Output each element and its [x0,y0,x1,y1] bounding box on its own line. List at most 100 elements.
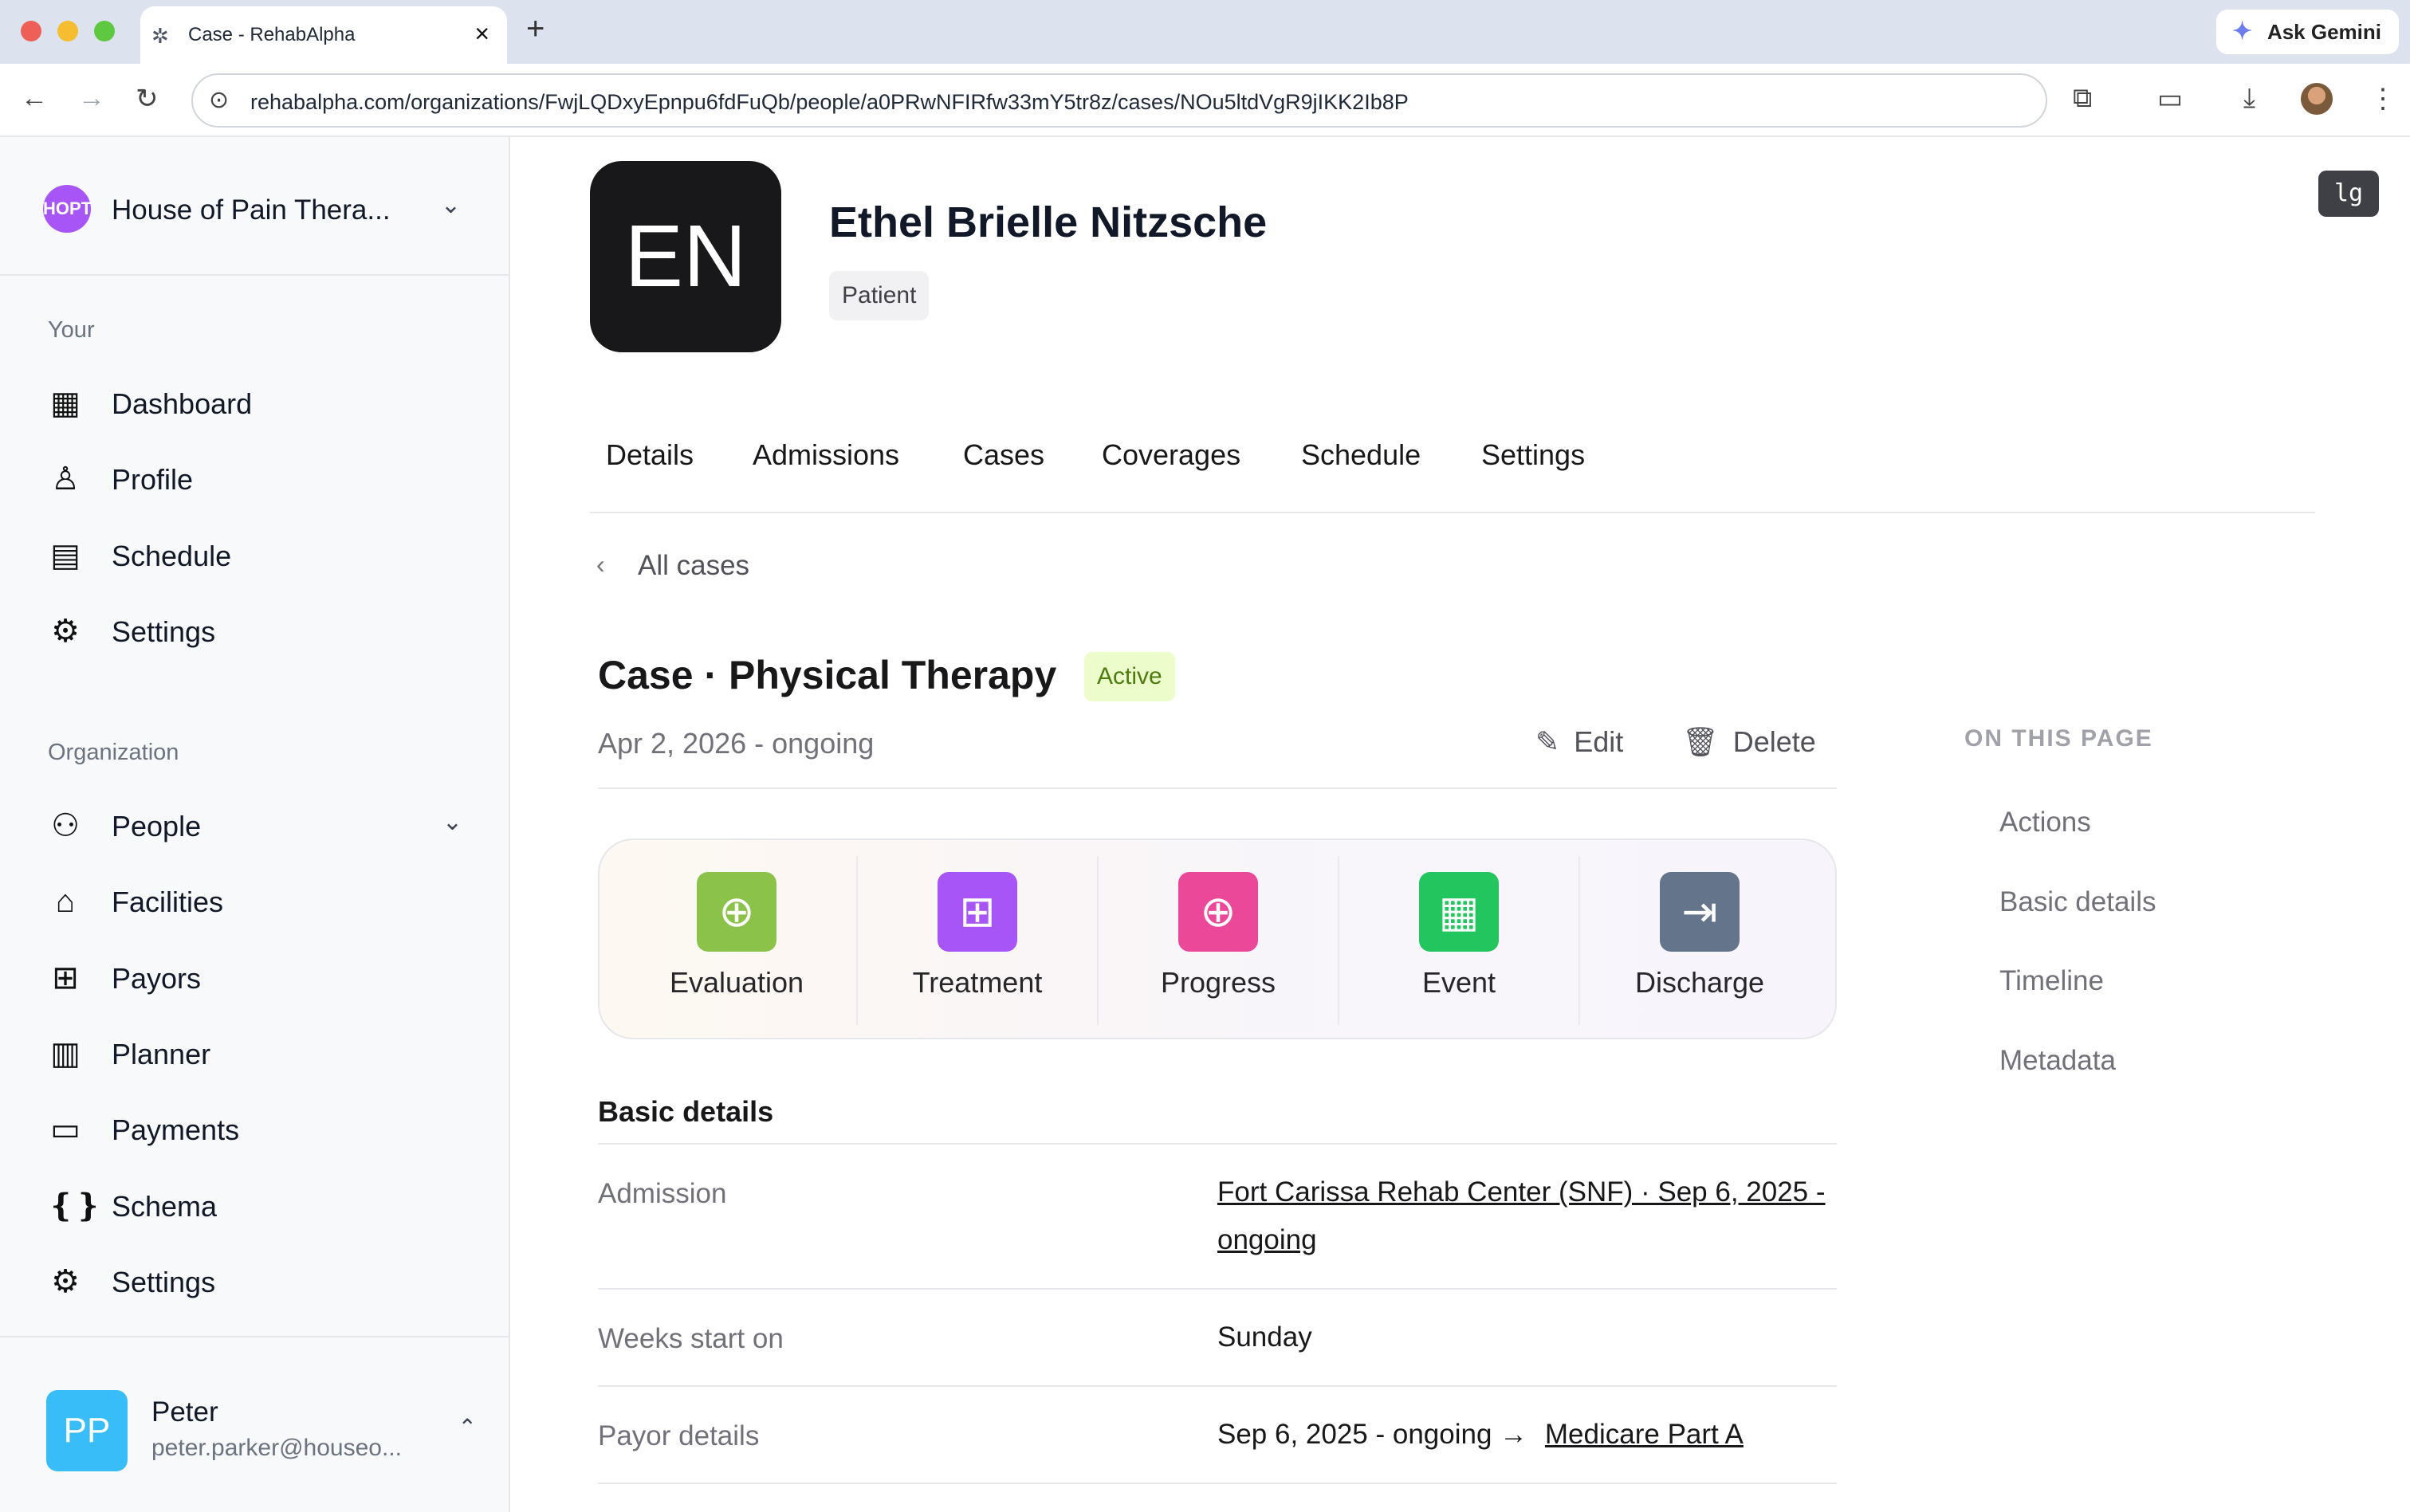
chevron-down-icon: ⌄ [440,192,461,218]
section-label-organization: Organization [48,740,179,765]
section-label-your: Your [48,317,95,343]
toc-item-metadata[interactable]: Metadata [1999,1045,2116,1077]
minimize-window-button[interactable] [57,21,78,41]
sidebar-item-label: Planner [112,1038,211,1070]
building-icon: ⌂ [55,884,76,919]
url-text: rehabalpha.com/organizations/FwjLQDxyEpn… [250,90,1409,114]
edit-label: Edit [1574,725,1624,758]
sidebar-item-label: Schedule [112,540,232,572]
browser-menu-icon[interactable]: ⋮ [2369,83,2396,115]
user-name: Peter [151,1396,218,1428]
gemini-sparkle-icon: ✦ [2231,18,2253,45]
chevron-left-icon: ‹ [596,550,605,579]
toc-item-actions[interactable]: Actions [1999,807,2091,838]
site-info-icon[interactable]: ⊙ [209,86,229,114]
tab-cases[interactable]: Cases [963,438,1044,472]
sidebar-item-dashboard[interactable]: ▦ Dashboard [45,375,475,430]
event-action[interactable]: ▦ Event [1322,840,1563,1041]
action-label: Discharge [1634,966,1765,999]
basic-details-heading: Basic details [598,1095,774,1128]
org-logo: HOPT [43,185,92,233]
exit-icon: ⇥ [1660,872,1740,952]
org-switcher[interactable]: HOPT House of Pain Thera... ⌄ [43,183,474,234]
tab-schedule[interactable]: Schedule [1301,438,1421,472]
close-window-button[interactable] [21,21,41,41]
sidebar-item-schedule[interactable]: ▤ Schedule [45,527,475,583]
weeks-start-label: Weeks start on [598,1323,784,1354]
browser-tab[interactable]: ✲ Case - RehabAlpha × [140,6,507,64]
sidebar-item-schema[interactable]: ❴❵ Schema [45,1177,475,1233]
tab-coverages[interactable]: Coverages [1102,438,1240,472]
delete-label: Delete [1732,725,1816,758]
progress-action[interactable]: ⊕ Progress [1081,840,1322,1041]
reload-icon[interactable]: ↻ [136,83,159,115]
sidebar-item-settings[interactable]: ⚙ Settings [45,603,475,658]
sidebar-item-payments[interactable]: ▭ Payments [45,1101,475,1157]
maximize-window-button[interactable] [94,21,115,41]
all-cases-label: All cases [638,550,750,581]
people-icon: ⚇ [51,808,80,843]
sidebar-item-facilities[interactable]: ⌂ Facilities [45,873,475,929]
toc-item-timeline[interactable]: Timeline [1999,965,2104,997]
sidebar-item-org-settings[interactable]: ⚙ Settings [45,1253,475,1309]
browser-chrome: ✲ Case - RehabAlpha × + ✦ Ask Gemini ← →… [0,0,2410,137]
back-arrow-icon[interactable]: ← [21,83,48,114]
clipboard-plus-icon: ⊞ [938,872,1017,952]
tab-bar: ✲ Case - RehabAlpha × + ✦ Ask Gemini [0,0,2410,64]
ask-gemini-button[interactable]: ✦ Ask Gemini [2215,10,2399,54]
action-label: Event [1421,966,1496,999]
address-bar[interactable]: ⊙ rehabalpha.com/organizations/FwjLQDxyE… [191,73,2047,128]
admission-link[interactable]: Fort Carissa Rehab Center (SNF) · Sep 6,… [1217,1176,1826,1255]
payor-link[interactable]: Medicare Part A [1545,1419,1744,1450]
sidebar-item-profile[interactable]: ♙ Profile [45,450,475,506]
sidebar-item-payors[interactable]: ⊞ Payors [45,949,475,1005]
user-menu[interactable]: PP Peter peter.parker@houseo... ⌃ [46,1385,477,1473]
org-name: House of Pain Thera... [112,194,391,226]
on-this-page-heading: ON THIS PAGE [1964,725,2153,752]
forward-arrow-icon[interactable]: → [78,83,105,114]
avatar: PP [46,1390,128,1471]
extensions-icon[interactable]: ⧉ [2073,83,2092,114]
chevron-up-icon: ⌃ [458,1415,477,1439]
tab-admissions[interactable]: Admissions [753,438,899,472]
toc-item-basic-details[interactable]: Basic details [1999,886,2156,918]
browser-profile-avatar[interactable] [2301,83,2333,115]
close-tab-icon[interactable]: × [474,19,489,49]
sidebar-item-planner[interactable]: ▥ Planner [45,1025,475,1081]
divider [598,1483,1837,1484]
sidebar-item-label: Profile [112,463,194,496]
treatment-action[interactable]: ⊞ Treatment [840,840,1081,1041]
sidebar-item-label: Settings [112,615,216,648]
trash-icon: 🗑 [1682,725,1719,758]
favicon-icon: ✲ [151,24,169,48]
pencil-icon: ✎ [1535,725,1560,758]
sidebar-item-people[interactable]: ⚇ People ⌄ [45,797,475,853]
sidebar-item-label: Payors [112,962,202,995]
case-title: Case · Physical Therapy [598,653,1057,697]
tab-settings[interactable]: Settings [1481,438,1585,472]
action-label: Progress [1160,966,1276,999]
chevron-down-icon: ⌄ [442,809,462,835]
action-label: Treatment [912,966,1043,999]
clipboard-plus-icon: ⊞ [52,960,79,996]
file-plus-icon: ⊕ [1178,872,1258,952]
tab-details[interactable]: Details [606,438,694,472]
sidebar-item-label: People [112,810,202,842]
divider [0,1336,510,1337]
tab-title: Case - RehabAlpha [188,24,356,45]
edit-button[interactable]: ✎ Edit [1535,725,1623,759]
sidebar-item-label: Settings [112,1266,216,1298]
divider [0,274,510,276]
evaluation-action[interactable]: ⊕ Evaluation [600,840,840,1041]
tab-search-icon[interactable]: ▭ [2157,83,2183,115]
discharge-action[interactable]: ⇥ Discharge [1563,840,1803,1041]
patient-role-badge: Patient [829,271,930,320]
new-tab-button[interactable]: + [526,11,545,47]
delete-button[interactable]: 🗑 Delete [1682,725,1816,759]
weeks-start-value: Sunday [1217,1322,1312,1353]
patient-tabs: Details Admissions Cases Coverages Sched… [590,434,2315,513]
calendar-grid-icon: ▥ [50,1036,81,1071]
calendar-plus-icon: ▦ [1419,872,1499,952]
payor-details-value: Sep 6, 2025 - ongoing → Medicare Part A [1217,1411,1744,1459]
download-icon[interactable]: ⤓ [2243,83,2255,114]
